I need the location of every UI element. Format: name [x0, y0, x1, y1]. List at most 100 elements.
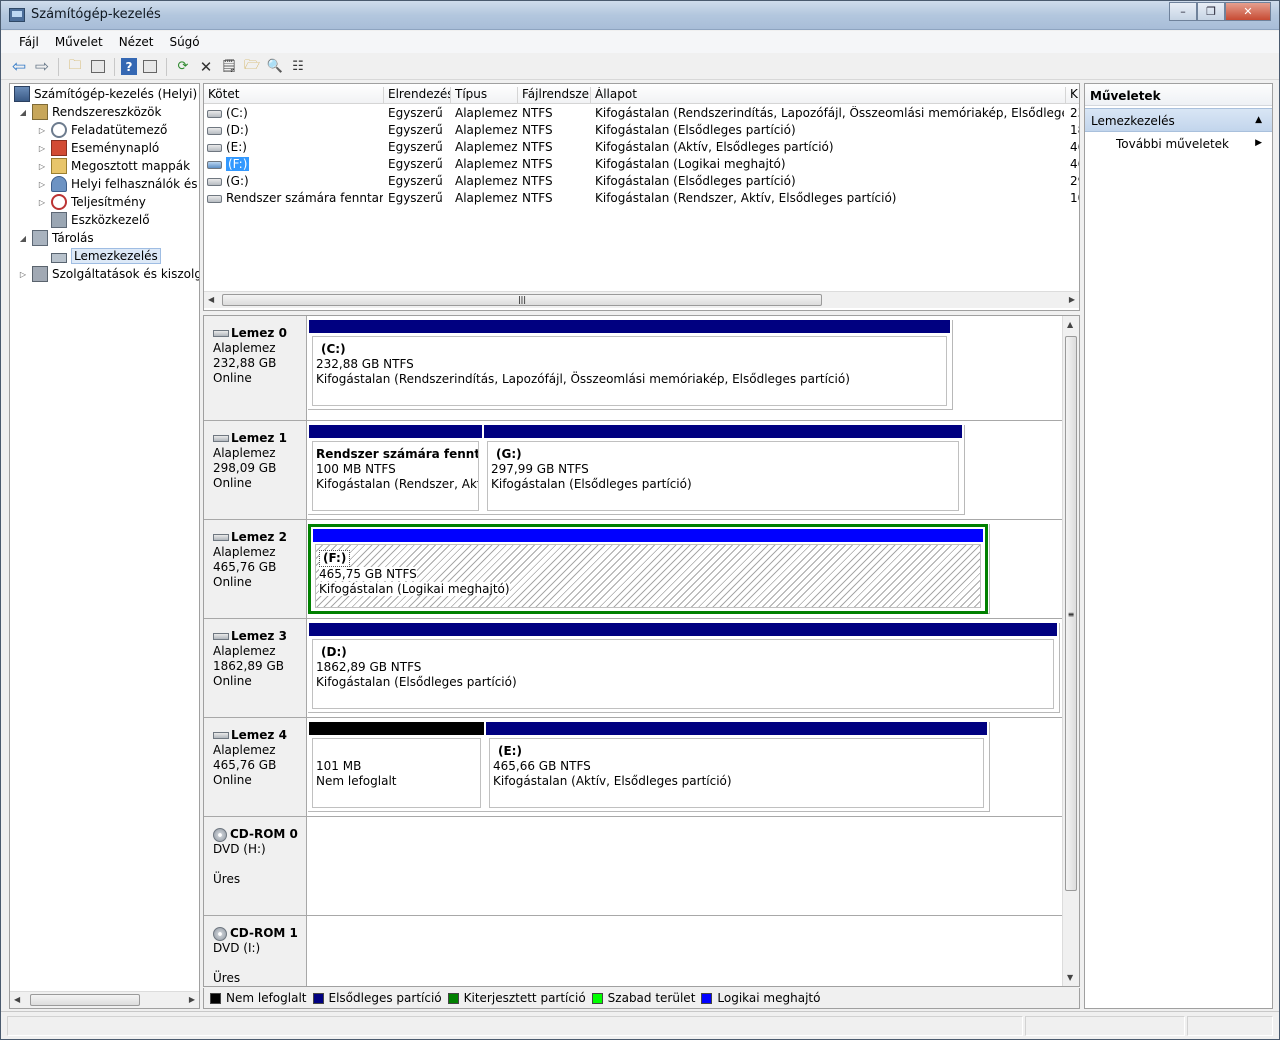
- more-actions-item[interactable]: További műveletek ▶: [1085, 132, 1272, 154]
- disk-size: 465,76 GB: [213, 758, 277, 772]
- expand-icon[interactable]: ▷: [37, 162, 47, 171]
- properties-icon[interactable]: 🗒: [219, 57, 239, 77]
- show-hide-action-pane-icon[interactable]: [140, 57, 160, 77]
- cdrom-row[interactable]: CD-ROM 0 DVD (H:) Üres: [204, 817, 1062, 916]
- extended-partition[interactable]: (F:) 465,75 GB NTFS Kifogástalan (Logika…: [308, 524, 988, 614]
- disk-label[interactable]: Lemez 2 Alaplemez 465,76 GB Online: [204, 520, 307, 618]
- menu-file[interactable]: Fájl: [11, 35, 47, 49]
- menu-help[interactable]: Súgó: [161, 35, 207, 49]
- up-folder-icon[interactable]: 🗀: [65, 57, 85, 77]
- rescan-disks-icon[interactable]: 🔍: [265, 57, 285, 77]
- column-status[interactable]: Állapot: [591, 87, 1066, 104]
- scroll-left-icon[interactable]: ◀: [14, 995, 20, 1004]
- tree-root[interactable]: Számítógép-kezelés (Helyi): [14, 85, 197, 103]
- refresh-icon[interactable]: ⟳: [173, 57, 193, 77]
- table-row[interactable]: (G:) Egyszerű Alaplemez NTFS Kifogástalan (E…: [204, 173, 1079, 190]
- close-button[interactable]: ✕: [1225, 2, 1271, 21]
- menu-action[interactable]: Művelet: [47, 35, 111, 49]
- column-capacity[interactable]: K: [1066, 87, 1079, 104]
- table-cell-layout: Egyszerű: [388, 123, 443, 137]
- table-cell-fs: NTFS: [522, 174, 553, 188]
- status-bar: [1, 1011, 1279, 1039]
- partition-g[interactable]: (G:) 297,99 GB NTFS Kifogástalan (Elsődl…: [483, 425, 963, 515]
- partition-label: (F:): [319, 550, 351, 567]
- partition-e[interactable]: (E:) 465,66 GB NTFS Kifogástalan (Aktív,…: [485, 722, 988, 812]
- forward-arrow-icon[interactable]: ⇨: [32, 57, 52, 77]
- table-cell-cap: 46: [1070, 157, 1079, 171]
- scrollbar-thumb[interactable]: |||: [222, 294, 822, 306]
- disk-label[interactable]: Lemez 3 Alaplemez 1862,89 GB Online: [204, 619, 307, 717]
- cdrom-label[interactable]: CD-ROM 1 DVD (I:) Üres: [204, 916, 307, 986]
- table-row[interactable]: Rendszer számára fenntartott Egyszerű Alap…: [204, 190, 1079, 207]
- minimize-button[interactable]: –: [1169, 2, 1197, 21]
- expand-icon[interactable]: ▷: [37, 198, 47, 207]
- services-icon: [32, 266, 48, 282]
- tree-local-users[interactable]: ▷ Helyi felhasználók és cs: [37, 175, 199, 193]
- tree-performance[interactable]: ▷ Teljesítmény: [37, 193, 146, 211]
- collapse-up-icon[interactable]: ▲: [1255, 115, 1262, 125]
- tree-event-viewer[interactable]: ▷ Eseménynapló: [37, 139, 159, 157]
- delete-icon[interactable]: ✕: [196, 57, 216, 77]
- open-icon[interactable]: 🗁: [242, 57, 262, 77]
- disk-row[interactable]: Lemez 4 Alaplemez 465,76 GB Online 101 M…: [204, 718, 1062, 817]
- expand-icon[interactable]: ▷: [18, 270, 28, 279]
- scroll-right-icon[interactable]: ▶: [189, 995, 195, 1004]
- scroll-right-icon[interactable]: ▶: [1069, 295, 1075, 304]
- actions-section-disk-management[interactable]: Lemezkezelés ▲: [1085, 108, 1272, 132]
- partition-system-reserved[interactable]: Rendszer számára fenntartott 100 MB NTFS…: [308, 425, 483, 515]
- disk-label[interactable]: Lemez 0 Alaplemez 232,88 GB Online: [204, 316, 307, 420]
- column-layout[interactable]: Elrendezés: [384, 87, 451, 104]
- cdrom-label[interactable]: CD-ROM 0 DVD (H:) Üres: [204, 817, 307, 915]
- column-filesystem[interactable]: Fájlrendszer: [518, 87, 591, 104]
- tree-shared-folders[interactable]: ▷ Megosztott mappák: [37, 157, 190, 175]
- collapse-icon[interactable]: ◢: [18, 108, 28, 117]
- volume-list-horizontal-scrollbar[interactable]: ◀ ||| ▶: [204, 291, 1079, 308]
- tree-services[interactable]: ▷ Szolgáltatások és kiszolgáló: [18, 265, 199, 283]
- expand-icon[interactable]: ▷: [37, 144, 47, 153]
- unallocated-space[interactable]: 101 MB Nem lefoglalt: [308, 722, 485, 812]
- disk-list-icon[interactable]: ☷: [288, 57, 308, 77]
- tree-storage[interactable]: ◢ Tárolás: [18, 229, 94, 247]
- volume-name: (E:): [226, 140, 247, 154]
- disk-type: Alaplemez: [213, 545, 276, 559]
- table-row[interactable]: (D:) Egyszerű Alaplemez NTFS Kifogástalan (E…: [204, 122, 1079, 139]
- show-hide-tree-icon[interactable]: [88, 57, 108, 77]
- scroll-up-icon[interactable]: ▲: [1067, 320, 1073, 329]
- menu-view[interactable]: Nézet: [111, 35, 162, 49]
- tree-task-scheduler[interactable]: ▷ Feladatütemező: [37, 121, 167, 139]
- help-icon[interactable]: ?: [121, 58, 137, 75]
- scroll-left-icon[interactable]: ◀: [208, 295, 214, 304]
- scroll-down-icon[interactable]: ▼: [1067, 973, 1073, 982]
- maximize-button[interactable]: ❐: [1197, 2, 1225, 21]
- back-arrow-icon[interactable]: ⇦: [9, 57, 29, 77]
- expand-icon[interactable]: ▷: [37, 180, 47, 189]
- table-row[interactable]: (E:) Egyszerű Alaplemez NTFS Kifogástalan (A…: [204, 139, 1079, 156]
- column-volume[interactable]: Kötet: [204, 87, 384, 104]
- disk-label[interactable]: Lemez 4 Alaplemez 465,76 GB Online: [204, 718, 307, 816]
- disk-row[interactable]: Lemez 1 Alaplemez 298,09 GB Online Rends…: [204, 421, 1062, 520]
- partition-c[interactable]: (C:) 232,88 GB NTFS Kifogástalan (Rendsz…: [308, 320, 951, 410]
- tree-system-tools[interactable]: ◢ Rendszereszközök: [18, 103, 161, 121]
- column-type[interactable]: Típus: [451, 87, 518, 104]
- disk-row[interactable]: Lemez 3 Alaplemez 1862,89 GB Online (D:)…: [204, 619, 1062, 718]
- partition-f[interactable]: (F:) 465,75 GB NTFS Kifogástalan (Logika…: [315, 544, 981, 608]
- disk-row[interactable]: Lemez 0 Alaplemez 232,88 GB Online (C:) …: [204, 316, 1062, 421]
- cdrom-row[interactable]: CD-ROM 1 DVD (I:) Üres: [204, 916, 1062, 986]
- scrollbar-thumb[interactable]: [30, 994, 140, 1006]
- table-row[interactable]: (C:) Egyszerű Alaplemez NTFS Kifogástalan (R…: [204, 105, 1079, 122]
- disk-view-vertical-scrollbar[interactable]: ▲ ≡ ▼: [1062, 316, 1079, 986]
- expand-icon[interactable]: ▷: [37, 126, 47, 135]
- disk-row[interactable]: Lemez 2 Alaplemez 465,76 GB Online (F:) …: [204, 520, 1062, 619]
- table-cell-cap: 18: [1070, 123, 1079, 137]
- disk-label[interactable]: Lemez 1 Alaplemez 298,09 GB Online: [204, 421, 307, 519]
- volume-name: Rendszer számára fenntartott: [226, 191, 383, 205]
- collapse-icon[interactable]: ◢: [18, 234, 28, 243]
- scrollbar-thumb[interactable]: ≡: [1065, 336, 1077, 891]
- table-row[interactable]: (F:) Egyszerű Alaplemez NTFS Kifogástalan (L…: [204, 156, 1079, 173]
- tree-disk-management[interactable]: Lemezkezelés: [51, 247, 161, 265]
- tree-device-manager[interactable]: Eszközkezelő: [51, 211, 150, 229]
- title-bar: Számítógép-kezelés – ❐ ✕: [1, 1, 1279, 30]
- disk-size: 1862,89 GB: [213, 659, 284, 673]
- tree-horizontal-scrollbar[interactable]: ◀ ▶: [10, 991, 199, 1008]
- partition-d[interactable]: (D:) 1862,89 GB NTFS Kifogástalan (Elsőd…: [308, 623, 1058, 713]
